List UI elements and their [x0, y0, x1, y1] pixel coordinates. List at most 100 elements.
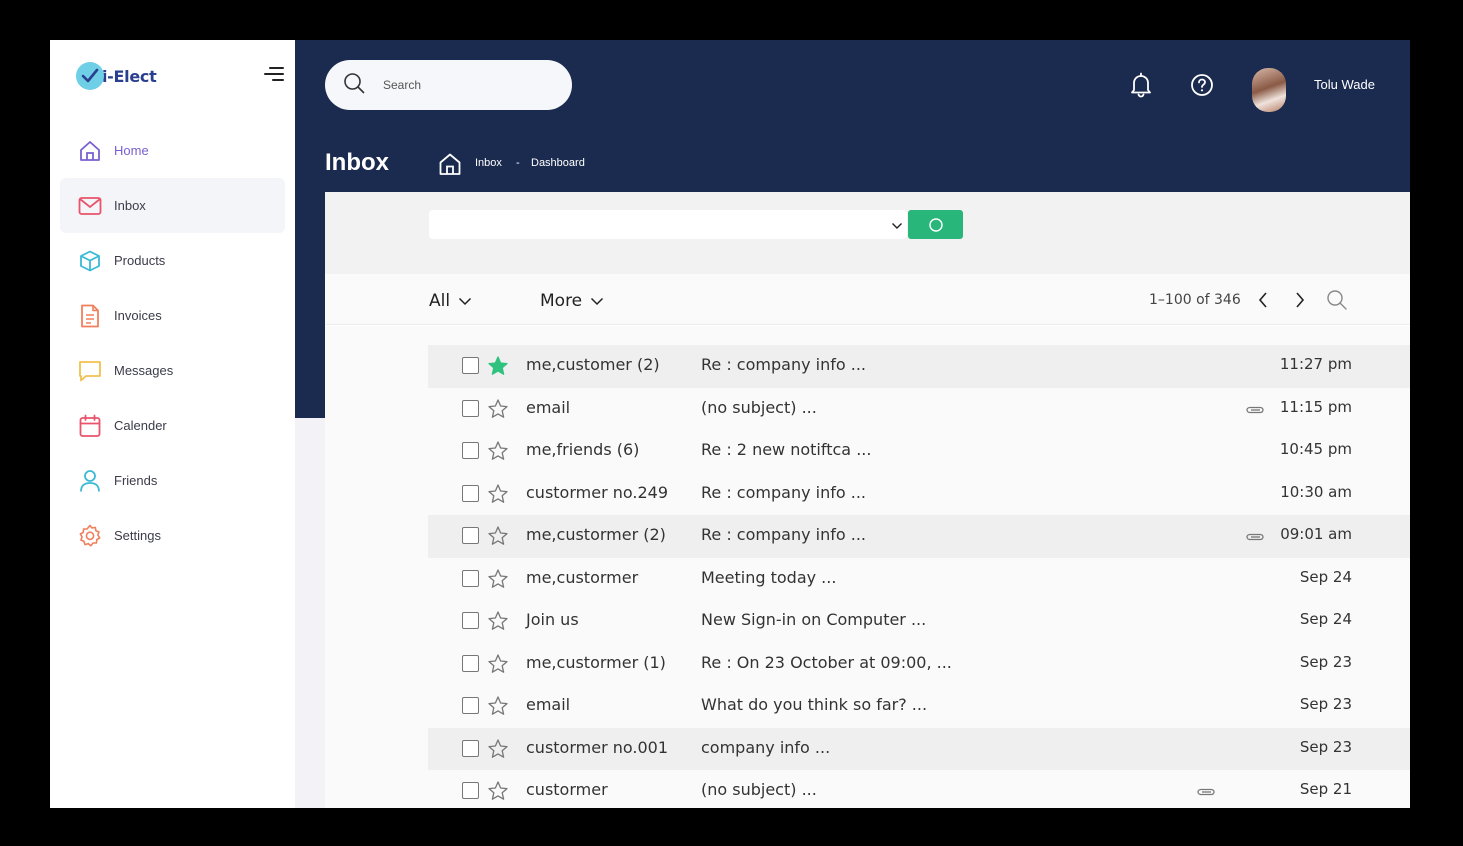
email-row[interactable]: email (no subject) ... 11:15 pm: [428, 388, 1410, 431]
row-checkbox[interactable]: [462, 399, 479, 417]
star-icon[interactable]: [487, 398, 509, 425]
star-icon[interactable]: [487, 653, 509, 680]
email-row[interactable]: custormer no.001 company info ... Sep 23: [428, 727, 1410, 770]
email-row[interactable]: me,custormer (2) Re : company info ... 09:…: [428, 515, 1410, 558]
sidebar-item-label: Invoices: [114, 308, 162, 323]
row-checkbox[interactable]: [462, 569, 479, 587]
menu-toggle-icon[interactable]: [264, 66, 284, 87]
sidebar-item-label: Settings: [114, 528, 161, 543]
row-checkbox[interactable]: [462, 697, 479, 714]
email-row[interactable]: Join us New Sign-in on Computer ... Sep 24: [428, 600, 1410, 643]
row-checkbox[interactable]: [462, 739, 479, 757]
email-time: 10:45 pm: [1279, 440, 1352, 458]
paperclip-icon: [1245, 530, 1267, 548]
email-row[interactable]: me,custormer (1) Re : On 23 October at 09…: [428, 643, 1410, 686]
sidebar: i-Elect Home Inbox Products Invoices Mes…: [50, 40, 295, 808]
email-time: Sep 23: [1299, 737, 1352, 756]
chevron-down-icon: [591, 297, 604, 306]
row-checkbox[interactable]: [462, 782, 479, 799]
star-icon[interactable]: [487, 440, 509, 467]
all-dropdown[interactable]: All: [429, 291, 472, 311]
star-icon[interactable]: [487, 525, 509, 552]
breadcrumb-inbox[interactable]: Inbox: [475, 157, 502, 169]
pagination-text: 1–100 of 346: [1149, 292, 1241, 308]
star-icon[interactable]: [487, 695, 509, 722]
row-checkbox[interactable]: [462, 442, 479, 459]
email-time: Sep 23: [1299, 695, 1352, 713]
email-sender: me,custormer (2): [526, 525, 666, 544]
more-dropdown[interactable]: More: [540, 291, 604, 311]
user-icon: [78, 469, 102, 493]
row-checkbox[interactable]: [462, 612, 479, 629]
logo[interactable]: i-Elect: [76, 62, 157, 90]
row-checkbox[interactable]: [462, 527, 479, 544]
row-checkbox[interactable]: [462, 484, 479, 502]
sidebar-item-products[interactable]: Products: [60, 233, 285, 288]
star-icon[interactable]: [487, 780, 509, 807]
bell-icon[interactable]: [1129, 72, 1153, 103]
sidebar-item-home[interactable]: Home: [60, 123, 285, 178]
sidebar-item-friends[interactable]: Friends: [60, 453, 285, 508]
logo-check-icon: [76, 62, 104, 90]
row-checkbox[interactable]: [462, 654, 479, 672]
email-sender: me,friends (6): [526, 440, 640, 459]
star-icon[interactable]: [487, 610, 509, 637]
mail-search-icon[interactable]: [1326, 289, 1348, 316]
email-row[interactable]: email What do you think so far? ... Sep 23: [428, 685, 1410, 728]
filter-area: [325, 192, 1410, 274]
email-row[interactable]: me,custormer Meeting today ... Sep 24: [428, 558, 1410, 601]
chat-icon: [78, 359, 102, 383]
email-sender: me,custormer: [526, 567, 639, 587]
chevron-down-icon: [891, 218, 903, 236]
row-checkbox[interactable]: [462, 357, 479, 374]
help-icon[interactable]: [1190, 73, 1214, 102]
chevron-left-icon[interactable]: [1257, 291, 1269, 314]
email-time: Sep 23: [1299, 652, 1352, 671]
sidebar-item-label: Messages: [114, 363, 174, 378]
email-row[interactable]: custormer no.249 Re : company info ... 10:…: [428, 473, 1410, 516]
sidebar-item-invoices[interactable]: Invoices: [60, 288, 285, 343]
email-time: Sep 21: [1299, 780, 1352, 798]
chevron-down-icon: [459, 297, 472, 306]
breadcrumb-home-icon[interactable]: [438, 152, 462, 181]
email-time: 09:01 am: [1280, 525, 1352, 543]
logo-text: i-Elect: [102, 66, 157, 86]
email-sender: custormer no.001: [526, 737, 668, 757]
paperclip-icon: [1196, 785, 1218, 803]
sidebar-item-messages[interactable]: Messages: [60, 343, 285, 398]
search-icon: [343, 72, 365, 99]
sidebar-item-settings[interactable]: Settings: [60, 508, 285, 563]
email-row[interactable]: me,friends (6) Re : 2 new notiftca ... 10:…: [428, 430, 1410, 473]
star-icon[interactable]: [487, 568, 509, 595]
paperclip-icon: [1245, 403, 1267, 421]
star-filled-icon[interactable]: [487, 355, 509, 382]
gear-icon: [78, 524, 102, 548]
filter-select[interactable]: [429, 210, 907, 239]
sidebar-item-inbox[interactable]: Inbox: [60, 178, 285, 233]
breadcrumb-dashboard[interactable]: Dashboard: [531, 157, 585, 169]
page-title: Inbox: [325, 149, 389, 176]
star-icon[interactable]: [487, 738, 509, 765]
email-subject: Meeting today ...: [701, 567, 837, 587]
app-window: i-Elect Home Inbox Products Invoices Mes…: [50, 40, 1410, 808]
sidebar-item-calender[interactable]: Calender: [60, 398, 285, 453]
email-row[interactable]: custormer (no subject) ... Sep 21: [428, 770, 1410, 808]
user-name[interactable]: Tolu Wade: [1314, 77, 1375, 92]
chevron-right-icon[interactable]: [1294, 291, 1306, 314]
email-row[interactable]: me,customer (2) Re : company info ... 11:2…: [428, 345, 1410, 388]
all-dropdown-label: All: [429, 291, 451, 311]
email-sender: me,customer (2): [526, 355, 660, 374]
star-icon[interactable]: [487, 483, 509, 510]
breadcrumb-separator: -: [516, 157, 520, 169]
sidebar-item-label: Home: [114, 143, 149, 158]
email-sender: email: [526, 397, 571, 417]
search-bar[interactable]: [325, 60, 572, 110]
email-subject: Re : company info ...: [701, 355, 866, 374]
email-subject: (no subject) ...: [701, 397, 817, 417]
avatar[interactable]: [1252, 68, 1286, 112]
email-subject: Re : 2 new notiftca ...: [701, 440, 872, 459]
filter-go-button[interactable]: [908, 210, 963, 239]
search-input[interactable]: [383, 78, 543, 92]
sidebar-nav: Home Inbox Products Invoices Messages Ca…: [60, 123, 285, 563]
email-subject: company info ...: [701, 737, 831, 757]
